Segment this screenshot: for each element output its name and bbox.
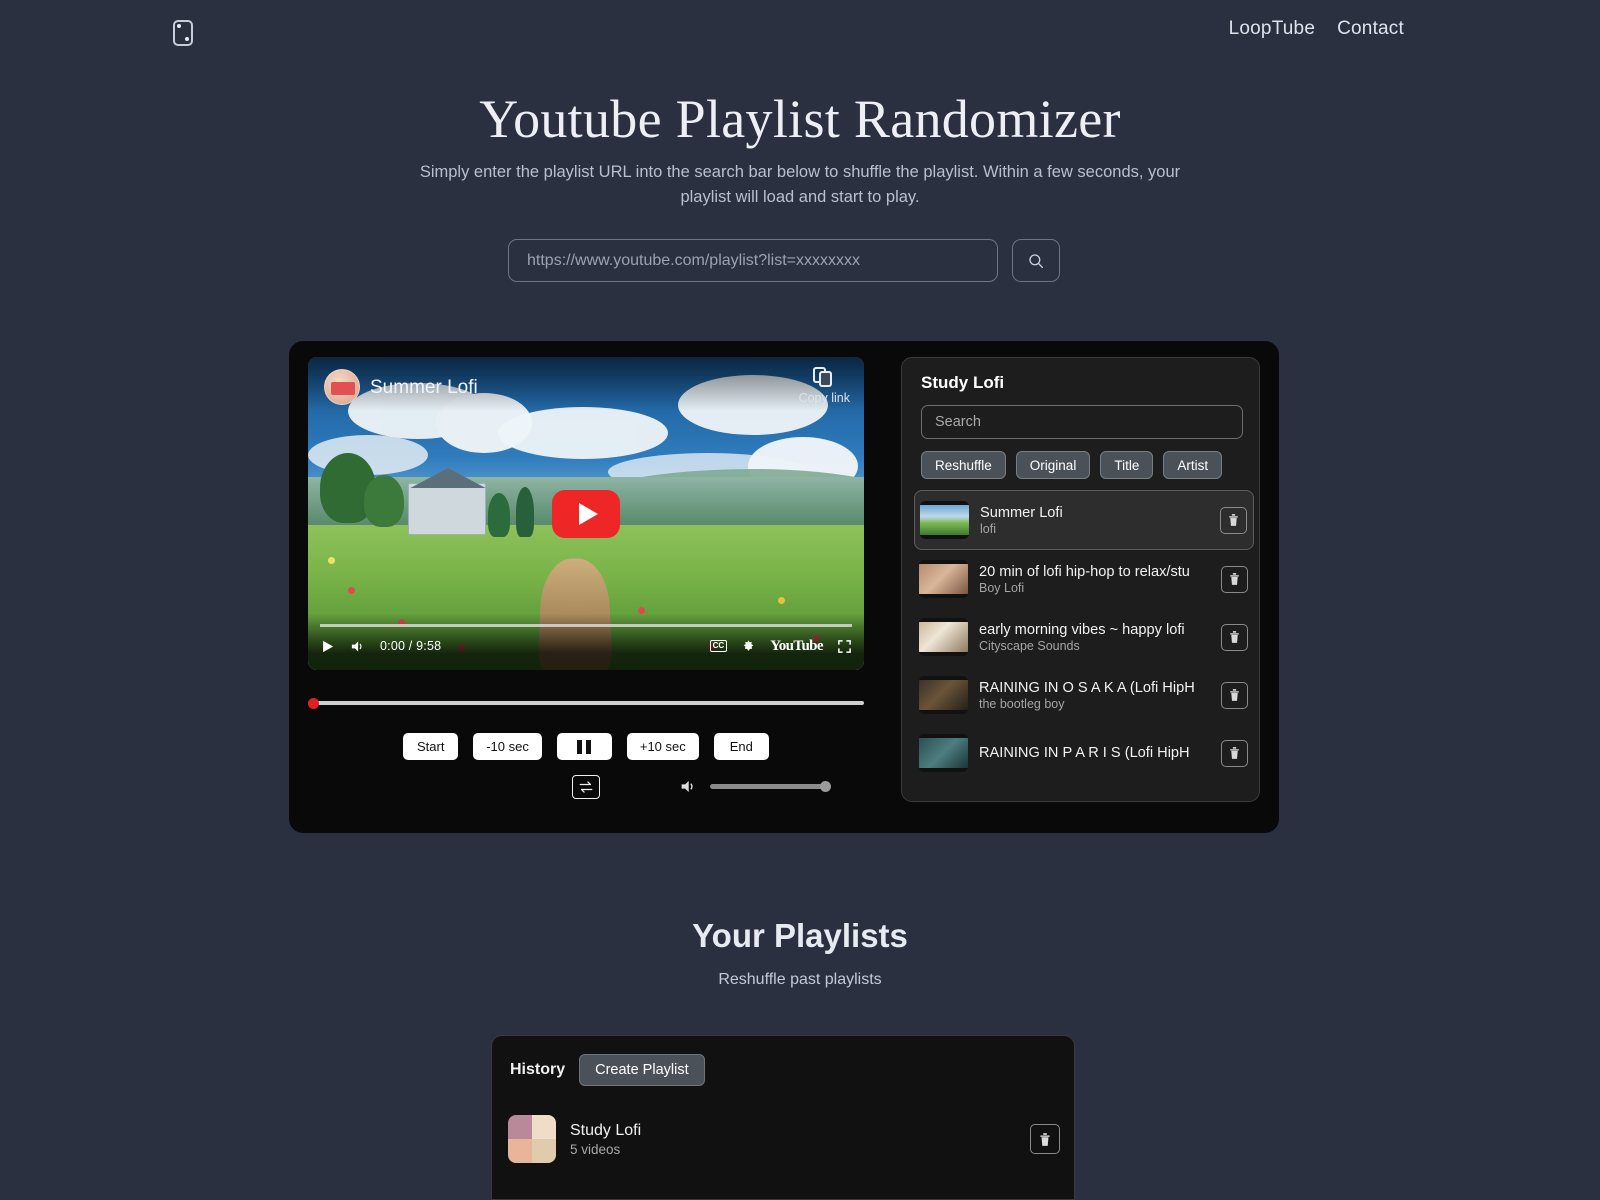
history-card: History Create Playlist Study Lofi 5 vid… — [491, 1035, 1075, 1200]
playlist-item-thumbnail — [919, 560, 968, 598]
copy-link-label: Copy link — [798, 391, 850, 405]
video-embed[interactable]: Summer Lofi Copy link 0:00 / 9:58 CC You… — [308, 357, 864, 670]
playlist-item-thumbnail — [919, 734, 968, 772]
playlist-item-title: 20 min of lofi hip-hop to relax/stu — [979, 563, 1190, 580]
playlist-item-artist: the bootleg boy — [979, 696, 1065, 711]
delete-icon[interactable] — [1221, 681, 1248, 709]
page-subtitle: Simply enter the playlist URL into the s… — [419, 163, 1181, 206]
transport-buttons: Start -10 sec +10 sec End — [308, 733, 864, 760]
playlist-url-input[interactable] — [508, 239, 998, 282]
playlist-panel: Study Lofi Reshuffle Original Title Arti… — [901, 357, 1260, 802]
playlist-item-thumbnail — [920, 501, 969, 539]
nav-link-looptube[interactable]: LoopTube — [1229, 18, 1315, 40]
video-time-display: 0:00 / 9:58 — [380, 639, 442, 653]
create-playlist-button[interactable]: Create Playlist — [579, 1054, 705, 1086]
playlist-item[interactable]: RAINING IN P A R I S (Lofi HipH — [914, 724, 1254, 782]
volume-icon[interactable] — [678, 778, 698, 795]
playlist-item-title: Summer Lofi — [980, 504, 1063, 521]
pause-button[interactable] — [556, 733, 612, 760]
channel-avatar[interactable] — [324, 369, 360, 405]
seek-track — [308, 701, 864, 705]
playlist-items-list[interactable]: Summer Lofi lofi 20 min of lofi hip-hop … — [914, 490, 1254, 792]
fullscreen-icon[interactable] — [837, 639, 852, 654]
your-playlists-title: Your Playlists — [692, 917, 908, 954]
tab-history[interactable]: History — [510, 1061, 565, 1079]
captions-icon[interactable]: CC — [709, 640, 728, 652]
playlist-item[interactable]: Summer Lofi lofi — [914, 490, 1254, 550]
seek-slider[interactable] — [308, 698, 864, 709]
volume-slider[interactable] — [710, 781, 831, 792]
volume-knob[interactable] — [820, 781, 831, 792]
youtube-logo: YouTube — [770, 637, 823, 654]
search-submit-button[interactable] — [1012, 239, 1060, 282]
delete-icon[interactable] — [1220, 506, 1247, 534]
your-playlists-subtitle: Reshuffle past playlists — [718, 971, 882, 988]
playlist-item-artist: lofi — [980, 521, 996, 536]
history-meta: Study Lofi 5 videos — [570, 1122, 1016, 1157]
playlist-search-input[interactable] — [921, 405, 1243, 439]
loop-icon[interactable] — [572, 775, 600, 799]
chip-artist[interactable]: Artist — [1163, 451, 1223, 479]
history-tabs: History Create Playlist — [510, 1054, 705, 1086]
history-video-count: 5 videos — [570, 1141, 621, 1157]
search-icon — [1029, 253, 1044, 268]
delete-icon[interactable] — [1221, 565, 1248, 593]
copy-icon — [813, 367, 835, 389]
url-search-row — [508, 239, 1060, 282]
delete-icon[interactable] — [1030, 1124, 1060, 1154]
chip-reshuffle[interactable]: Reshuffle — [921, 451, 1006, 479]
nav-link-contact[interactable]: Contact — [1337, 18, 1404, 40]
video-control-bar: 0:00 / 9:58 CC YouTube — [308, 614, 864, 670]
page-title: Youtube Playlist Randomizer — [479, 89, 1121, 149]
video-column: Summer Lofi Copy link 0:00 / 9:58 CC You… — [308, 357, 864, 670]
playlist-item-title: early morning vibes ~ happy lofi — [979, 621, 1185, 638]
delete-icon[interactable] — [1221, 623, 1248, 651]
playlist-item[interactable]: early morning vibes ~ happy lofi Citysca… — [914, 608, 1254, 666]
delete-icon[interactable] — [1221, 739, 1248, 767]
chip-title[interactable]: Title — [1100, 451, 1154, 479]
pause-icon — [577, 739, 592, 754]
seek-knob[interactable] — [308, 698, 319, 709]
volume-icon[interactable] — [349, 639, 366, 654]
playlist-item[interactable]: RAINING IN O S A K A (Lofi HipH the boot… — [914, 666, 1254, 724]
playlist-item-artist: Cityscape Sounds — [979, 638, 1080, 653]
play-icon[interactable] — [320, 639, 335, 654]
video-progress-bar[interactable] — [320, 624, 852, 627]
copy-link-button[interactable]: Copy link — [799, 367, 850, 405]
playlist-filter-chips: Reshuffle Original Title Artist — [921, 451, 1223, 479]
playlist-item-thumbnail — [919, 676, 968, 714]
history-row[interactable]: Study Lofi 5 videos — [508, 1113, 1060, 1165]
playlist-title: Study Lofi — [921, 373, 1005, 392]
playlist-item-title: RAINING IN P A R I S (Lofi HipH — [979, 744, 1190, 761]
youtube-play-button[interactable] — [552, 489, 620, 538]
gear-icon[interactable] — [741, 639, 756, 654]
app-root: LoopTube Contact Youtube Playlist Random… — [0, 0, 1600, 1200]
nav-links: LoopTube Contact — [1229, 18, 1404, 40]
playlist-item-artist: Boy Lofi — [979, 580, 1025, 595]
history-thumbnail — [508, 1115, 556, 1163]
back-10-button[interactable]: -10 sec — [473, 733, 542, 760]
playlist-item-title: RAINING IN O S A K A (Lofi HipH — [979, 679, 1195, 696]
video-title: Summer Lofi — [370, 377, 478, 398]
dice-icon[interactable] — [173, 20, 193, 46]
loop-volume-row — [308, 775, 864, 799]
forward-10-button[interactable]: +10 sec — [626, 733, 699, 760]
volume-control — [678, 778, 831, 795]
top-navigation-bar: LoopTube Contact — [0, 0, 1600, 66]
chip-original[interactable]: Original — [1015, 451, 1091, 479]
playlist-item[interactable]: 20 min of lofi hip-hop to relax/stu Boy … — [914, 550, 1254, 608]
start-button[interactable]: Start — [403, 733, 459, 760]
dice-pip — [185, 37, 189, 41]
history-playlist-name: Study Lofi — [570, 1121, 642, 1139]
end-button[interactable]: End — [713, 733, 769, 760]
playlist-item-thumbnail — [919, 618, 968, 656]
player-card: Summer Lofi Copy link 0:00 / 9:58 CC You… — [289, 341, 1279, 833]
dice-pip — [177, 24, 181, 28]
